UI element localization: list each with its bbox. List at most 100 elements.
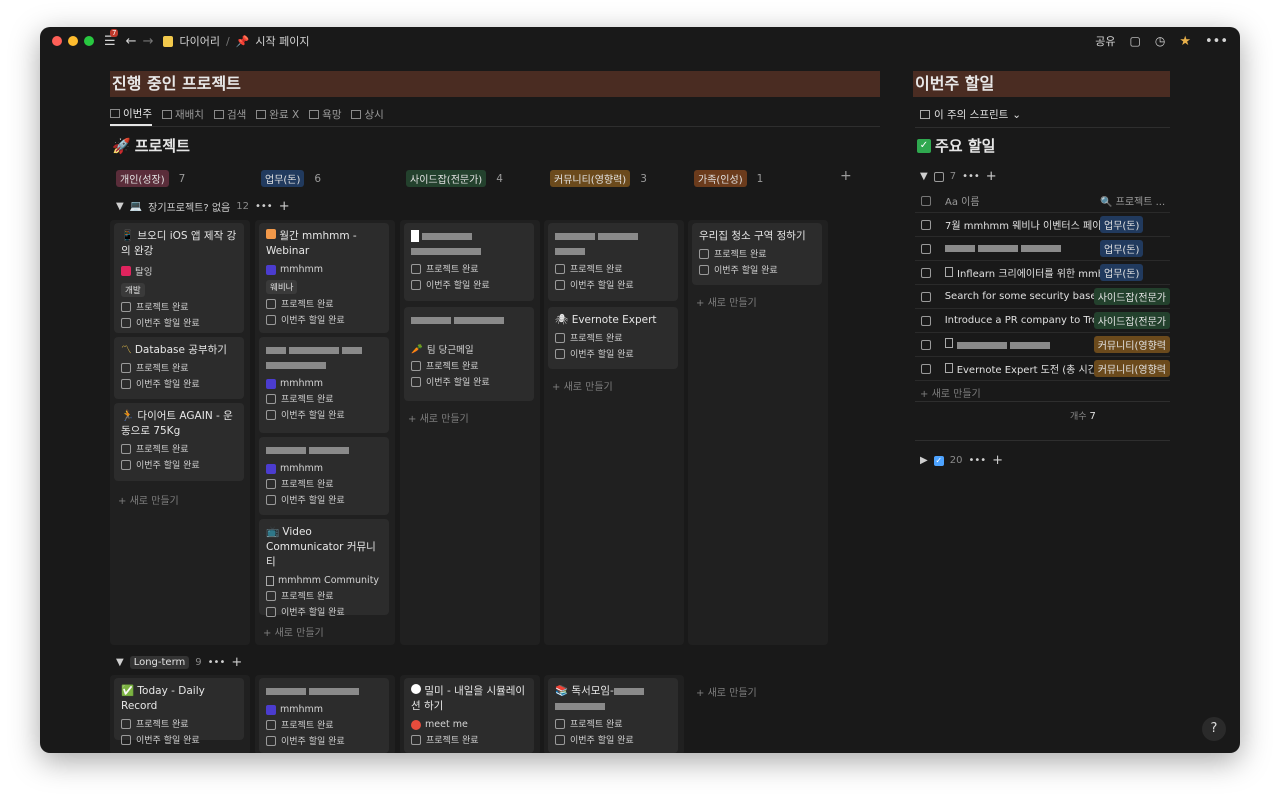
row-checkbox[interactable]: [921, 339, 931, 350]
checkbox-box[interactable]: [266, 494, 276, 505]
add-column-icon[interactable]: +: [840, 168, 852, 184]
week-done-checkbox[interactable]: 이번주 할일 완료: [121, 733, 237, 746]
checkbox-box[interactable]: [266, 393, 276, 404]
checkbox-box[interactable]: [266, 409, 276, 420]
week-done-checkbox[interactable]: 이번주 할일 완료: [266, 493, 382, 506]
todo-group-header-checked[interactable]: ▶ ✓ 20 ••• +: [920, 453, 1003, 468]
week-done-checkbox[interactable]: 이번주 할일 완료: [266, 408, 382, 421]
project-done-checkbox[interactable]: 프로젝트 완료: [121, 300, 237, 313]
checkbox-box[interactable]: [699, 248, 709, 259]
project-done-checkbox[interactable]: 프로젝트 완료: [555, 331, 671, 344]
project-done-checkbox[interactable]: 프로젝트 완료: [699, 247, 815, 260]
week-done-checkbox[interactable]: 이번주 할일 완료: [555, 733, 671, 746]
checkbox-box[interactable]: [411, 376, 421, 387]
forward-arrow-icon[interactable]: →: [143, 34, 154, 49]
project-done-checkbox[interactable]: 프로젝트 완료: [266, 718, 382, 731]
week-done-checkbox[interactable]: 이번주 할일 완료: [266, 605, 382, 618]
project-card[interactable]: 우리집 청소 구역 정하기 프로젝트 완료 이번주 할일 완료: [692, 223, 822, 285]
new-row-button[interactable]: + 새로 만들기: [920, 385, 981, 400]
tab-desire[interactable]: 욕망: [309, 107, 341, 126]
project-card[interactable]: 📺 Video Communicator 커뮤니티 mmhmm Communit…: [259, 519, 389, 618]
table-row[interactable]: 업무(돈): [915, 237, 1170, 261]
project-done-checkbox[interactable]: 프로젝트 완료: [121, 361, 237, 374]
project-card[interactable]: mmhmm 프로젝트 완료 이번주 할일 완료: [259, 337, 389, 433]
add-icon[interactable]: +: [986, 169, 997, 184]
week-done-checkbox[interactable]: 이번주 할일 완료: [121, 377, 237, 390]
checkbox-box[interactable]: [411, 360, 421, 371]
tab-always[interactable]: 상시: [351, 107, 384, 126]
project-done-checkbox[interactable]: 프로젝트 완료: [121, 442, 237, 455]
project-card[interactable]: 월간 mmhmm - Webinar mmhmm 웨비나 프로젝트 완료 이번주…: [259, 223, 389, 333]
project-card[interactable]: ✅ Today - Daily Record 프로젝트 완료 이번주 할일 완료: [114, 678, 244, 746]
tab-this-week[interactable]: 이번주: [110, 107, 152, 126]
row-checkbox[interactable]: [921, 243, 931, 254]
checkbox-box[interactable]: [555, 332, 565, 343]
checkbox-box[interactable]: [266, 719, 276, 730]
collapse-toggle-icon[interactable]: ▼: [116, 657, 124, 668]
checkbox-box[interactable]: [121, 443, 131, 454]
checkbox-box[interactable]: [411, 734, 421, 745]
sprint-view-selector[interactable]: 이 주의 스프린트 ⌄: [920, 107, 1021, 122]
project-done-checkbox[interactable]: 프로젝트 완료: [411, 262, 527, 275]
checkbox-box[interactable]: [266, 606, 276, 617]
checkbox-box[interactable]: [555, 279, 565, 290]
new-card-button[interactable]: + 새로 만들기: [696, 294, 757, 309]
close-window-button[interactable]: [52, 36, 62, 46]
comment-icon[interactable]: ▢: [1130, 34, 1141, 48]
project-card[interactable]: 📚 독서모임- 프로젝트 완료 이번주 할일 완료: [548, 678, 678, 753]
project-done-checkbox[interactable]: 프로젝트 완료: [555, 717, 671, 730]
table-row[interactable]: Inflearn 크리에이터를 위한 mmh 업무(돈): [915, 261, 1170, 285]
week-done-checkbox[interactable]: 이번주 할일 완료: [266, 734, 382, 747]
more-icon[interactable]: •••: [962, 171, 980, 182]
project-done-checkbox[interactable]: 프로젝트 완료: [121, 717, 237, 730]
history-icon[interactable]: ◷: [1155, 34, 1165, 48]
group-header-long-term[interactable]: ▼ Long-term 9 ••• +: [116, 655, 242, 670]
project-card[interactable]: 🥕 팀 당근메일 프로젝트 완료 이번주 할일 완료: [404, 307, 534, 401]
more-icon[interactable]: •••: [208, 657, 226, 668]
row-checkbox[interactable]: [921, 363, 931, 374]
checkbox-box[interactable]: [411, 263, 421, 274]
new-card-button[interactable]: + 새로 만들기: [552, 378, 613, 393]
week-done-checkbox[interactable]: 이번주 할일 완료: [266, 313, 382, 326]
project-done-checkbox[interactable]: 프로젝트 완료: [266, 297, 382, 310]
project-card[interactable]: 프로젝트 완료 이번주 할일 완료: [404, 223, 534, 301]
project-done-checkbox[interactable]: 프로젝트 완료: [266, 589, 382, 602]
add-icon[interactable]: +: [992, 453, 1003, 468]
add-icon[interactable]: +: [231, 655, 242, 670]
column-header-community[interactable]: 커뮤니티(영향력) 3: [550, 170, 647, 187]
project-done-checkbox[interactable]: 프로젝트 완료: [555, 262, 671, 275]
breadcrumb-start-page[interactable]: 시작 페이지: [255, 33, 309, 49]
row-checkbox[interactable]: [921, 267, 931, 278]
new-card-button[interactable]: + 새로 만들기: [263, 624, 324, 639]
minimize-window-button[interactable]: [68, 36, 78, 46]
column-header-personal[interactable]: 개인(성장) 7: [116, 170, 185, 187]
row-checkbox[interactable]: [921, 291, 931, 302]
week-done-checkbox[interactable]: 이번주 할일 완료: [699, 263, 815, 276]
project-column-header[interactable]: 🔍 프로젝트 ...: [1100, 193, 1165, 208]
table-row[interactable]: Evernote Expert 도전 (총 시간 기 커뮤니티(영향력: [915, 357, 1170, 381]
checkbox-box[interactable]: [121, 718, 131, 729]
new-card-button[interactable]: + 새로 만들기: [696, 684, 757, 699]
more-icon[interactable]: •••: [968, 455, 986, 466]
checkbox-box[interactable]: [121, 301, 131, 312]
help-button[interactable]: ?: [1202, 717, 1226, 741]
project-card[interactable]: 〽 Database 공부하기 프로젝트 완료 이번주 할일 완료: [114, 337, 244, 399]
checkbox-box[interactable]: [266, 590, 276, 601]
todo-group-header-unchecked[interactable]: ▼ 7 ••• +: [920, 169, 997, 184]
week-done-checkbox[interactable]: 이번주 할일 완료: [121, 316, 237, 329]
project-card[interactable]: 📱 브오디 iOS 앱 제작 강의 완강 탈잉 개발 프로젝트 완료 이번주 할…: [114, 223, 244, 333]
checkbox-box[interactable]: [121, 362, 131, 373]
week-done-checkbox[interactable]: 이번주 할일 완료: [555, 278, 671, 291]
checkbox-box[interactable]: [266, 735, 276, 746]
project-done-checkbox[interactable]: 프로젝트 완료: [266, 392, 382, 405]
week-done-checkbox[interactable]: 이번주 할일 완료: [121, 458, 237, 471]
checkbox-box[interactable]: [555, 718, 565, 729]
project-card[interactable]: 🕷 Evernote Expert 프로젝트 완료 이번주 할일 완료: [548, 307, 678, 369]
row-checkbox[interactable]: [921, 315, 931, 326]
table-row[interactable]: Introduce a PR company to Troy 사이드잡(전문가: [915, 309, 1170, 333]
back-arrow-icon[interactable]: ←: [126, 34, 137, 49]
sidebar-menu-icon[interactable]: ☰ 7: [104, 28, 119, 49]
checkbox-box[interactable]: [555, 734, 565, 745]
checkbox-box[interactable]: [555, 263, 565, 274]
week-done-checkbox[interactable]: 이번주 할일 완료: [411, 278, 527, 291]
